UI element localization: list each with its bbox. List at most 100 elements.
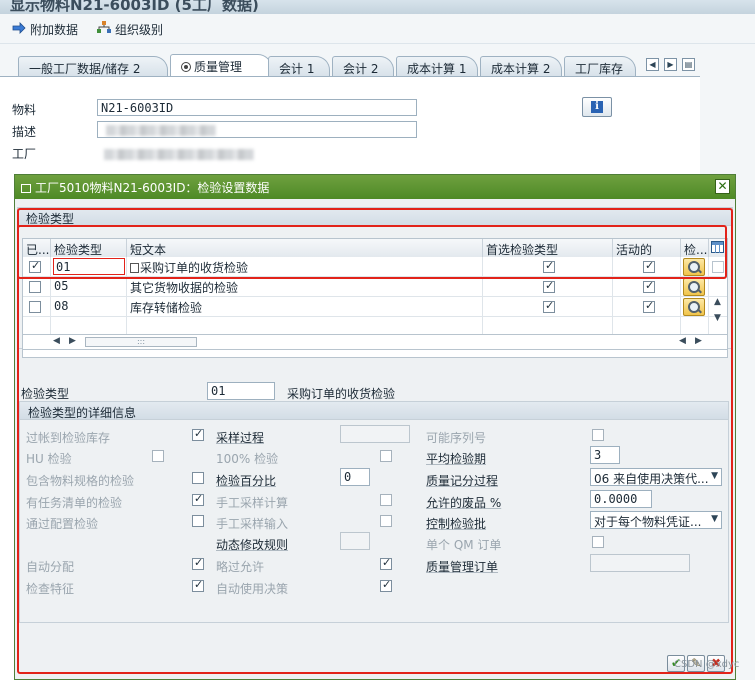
insp-with-mat-spec-checkbox[interactable] [192,472,204,484]
inspection-type-cell[interactable]: 05 [51,277,127,297]
scroll-top-box [712,261,724,273]
org-levels-button[interactable]: 组织级别 [97,21,163,37]
inspection-type-text: 采购订单的收货检验 [287,387,396,401]
avg-inspection-period-label: 平均检验期 [426,452,487,466]
scroll-right-arrow-icon-2[interactable]: ▶ [695,336,702,346]
scroll-left-arrow-icon[interactable]: ◀ [53,336,60,346]
control-insp-lot-label: 控制检验批 [426,517,487,531]
tab-costing-1[interactable]: 成本计算 1 [396,56,478,76]
col-header-short-text[interactable]: 短文本 [127,239,483,257]
dynamic-mod-rule-field[interactable] [340,532,370,550]
quality-score-procedure-dropdown[interactable]: 06 来自使用决策代... ▼ [590,468,722,486]
insp-by-config-label: 通过配置检验 [26,517,99,531]
sampling-procedure-field[interactable] [340,425,410,443]
description-field[interactable] [97,121,417,138]
inspection-type-cell[interactable]: 08 [51,297,127,317]
short-text-cell: 库存转储检验 [127,297,483,317]
table-row[interactable]: 08 库存转储检验 [23,297,727,317]
row-select-checkbox[interactable] [29,281,41,293]
tab-accounting-2[interactable]: 会计 2 [332,56,394,76]
additional-data-button[interactable]: 附加数据 [12,21,78,37]
active-checkbox[interactable] [643,299,655,313]
inspection-type-cell[interactable]: 01 [51,257,127,277]
insp-with-task-list-checkbox[interactable] [192,492,204,506]
table-vertical-scrollbar[interactable]: ▲ ▼ [711,259,725,335]
application-toolbar: 附加数据 组织级别 [0,14,755,44]
material-field[interactable]: N21-6003ID [97,99,417,116]
scroll-up-arrow-icon[interactable]: ▲ [714,297,721,307]
col-header-inspection-type[interactable]: 检验类型 [51,239,127,257]
org-hierarchy-icon [97,21,111,37]
right-gutter [700,76,755,174]
qm-order-field[interactable] [590,554,690,572]
tab-costing-2[interactable]: 成本计算 2 [480,56,562,76]
col-header-active[interactable]: 活动的 [613,239,681,257]
manual-sample-calc-label: 手工采样计算 [216,496,289,510]
tab-next-button[interactable]: ▶ [664,58,677,71]
col-header-preferred[interactable]: 首选检验类型 [483,239,613,257]
inspection-setup-search-icon[interactable] [683,258,705,276]
blurred-plant-text [104,149,254,160]
material-label: 物料 [12,103,37,117]
table-layout-button[interactable] [709,239,727,257]
allowed-scrap-label: 允许的废品 % [426,496,502,510]
manual-sample-calc-checkbox[interactable] [380,494,392,506]
tab-accounting-1[interactable]: 会计 1 [268,56,330,76]
check-characteristics-checkbox[interactable] [192,578,204,592]
single-qm-order-checkbox[interactable] [592,536,604,548]
post-to-insp-stock-checkbox[interactable] [192,427,204,441]
preferred-checkbox[interactable] [543,279,555,293]
col-header-selected[interactable]: 已... [23,239,51,257]
serial-number-possible-checkbox[interactable] [592,429,604,441]
inspection-type-input[interactable]: 01 [53,258,125,275]
dialog-close-button[interactable]: ✕ [715,179,730,194]
inspection-setup-search-icon[interactable] [683,298,705,316]
short-text-cell: 采购订单的收货检验 [127,257,483,277]
auto-assignment-checkbox[interactable] [192,556,204,570]
scroll-down-arrow-icon[interactable]: ▼ [714,313,721,323]
preferred-checkbox[interactable] [543,299,555,313]
description-label: 描述 [12,125,37,139]
auto-assignment-label: 自动分配 [26,560,75,574]
scroll-left-arrow-icon-2[interactable]: ◀ [679,336,686,346]
inspection-percentage-label: 检验百分比 [216,474,277,488]
info-button[interactable]: i [582,97,612,117]
tab-active-icon [181,62,191,72]
avg-inspection-period-field[interactable]: 3 [590,446,620,464]
control-insp-lot-dropdown[interactable]: 对于每个物料凭证... ▼ [590,511,722,529]
skip-allowed-checkbox[interactable] [380,556,392,570]
manual-sample-input-label: 手工采样输入 [216,517,289,531]
table-row[interactable]: 01 采购订单的收货检验 [23,257,727,277]
auto-usage-decision-checkbox[interactable] [380,578,392,592]
tab-general-plant-storage-2[interactable]: 一般工厂数据/储存 2 [18,56,168,76]
tab-plant-stock[interactable]: 工厂库存 [564,56,636,76]
quality-score-procedure-value: 06 来自使用决策代... [594,472,709,486]
allowed-scrap-field[interactable]: 0.0000 [590,490,652,508]
row-select-checkbox[interactable] [29,301,41,313]
scroll-right-arrow-icon[interactable]: ▶ [69,336,76,346]
post-to-insp-stock-label: 过帐到检验库存 [26,431,111,445]
preferred-checkbox[interactable] [543,259,555,273]
inspection-type-group: 检验类型 已... 检验类型 短文本 首选检验类型 活动的 检... 01 采购… [17,207,733,358]
row-select-checkbox[interactable] [29,259,41,273]
100-pct-inspection-checkbox[interactable] [380,450,392,462]
hu-inspection-checkbox[interactable] [152,450,164,462]
active-checkbox[interactable] [643,259,655,273]
manual-sample-input-checkbox[interactable] [380,515,392,527]
scroll-thumb[interactable]: ::: [85,337,197,347]
col-header-check[interactable]: 检... [681,239,709,257]
inspection-type-group-title: 检验类型 [18,208,732,226]
org-levels-label: 组织级别 [115,22,164,37]
tab-label: 一般工厂数据/储存 2 [29,62,141,76]
tab-quality-management[interactable]: 质量管理 [170,54,272,76]
inspection-type-field[interactable]: 01 [207,382,275,400]
inspection-setup-search-icon[interactable] [683,278,705,296]
insp-by-config-checkbox[interactable] [192,515,204,527]
active-checkbox[interactable] [643,279,655,293]
inspection-percentage-field[interactable]: 0 [340,468,370,486]
quality-score-procedure-label: 质量记分过程 [426,474,499,488]
table-horizontal-scrollbar[interactable]: ◀ ▶ ::: ◀ ▶ [22,334,728,350]
table-row[interactable]: 05 其它货物收据的检验 [23,277,727,297]
tab-list-button[interactable]: ▤ [682,58,695,71]
tab-prev-button[interactable]: ◀ [646,58,659,71]
